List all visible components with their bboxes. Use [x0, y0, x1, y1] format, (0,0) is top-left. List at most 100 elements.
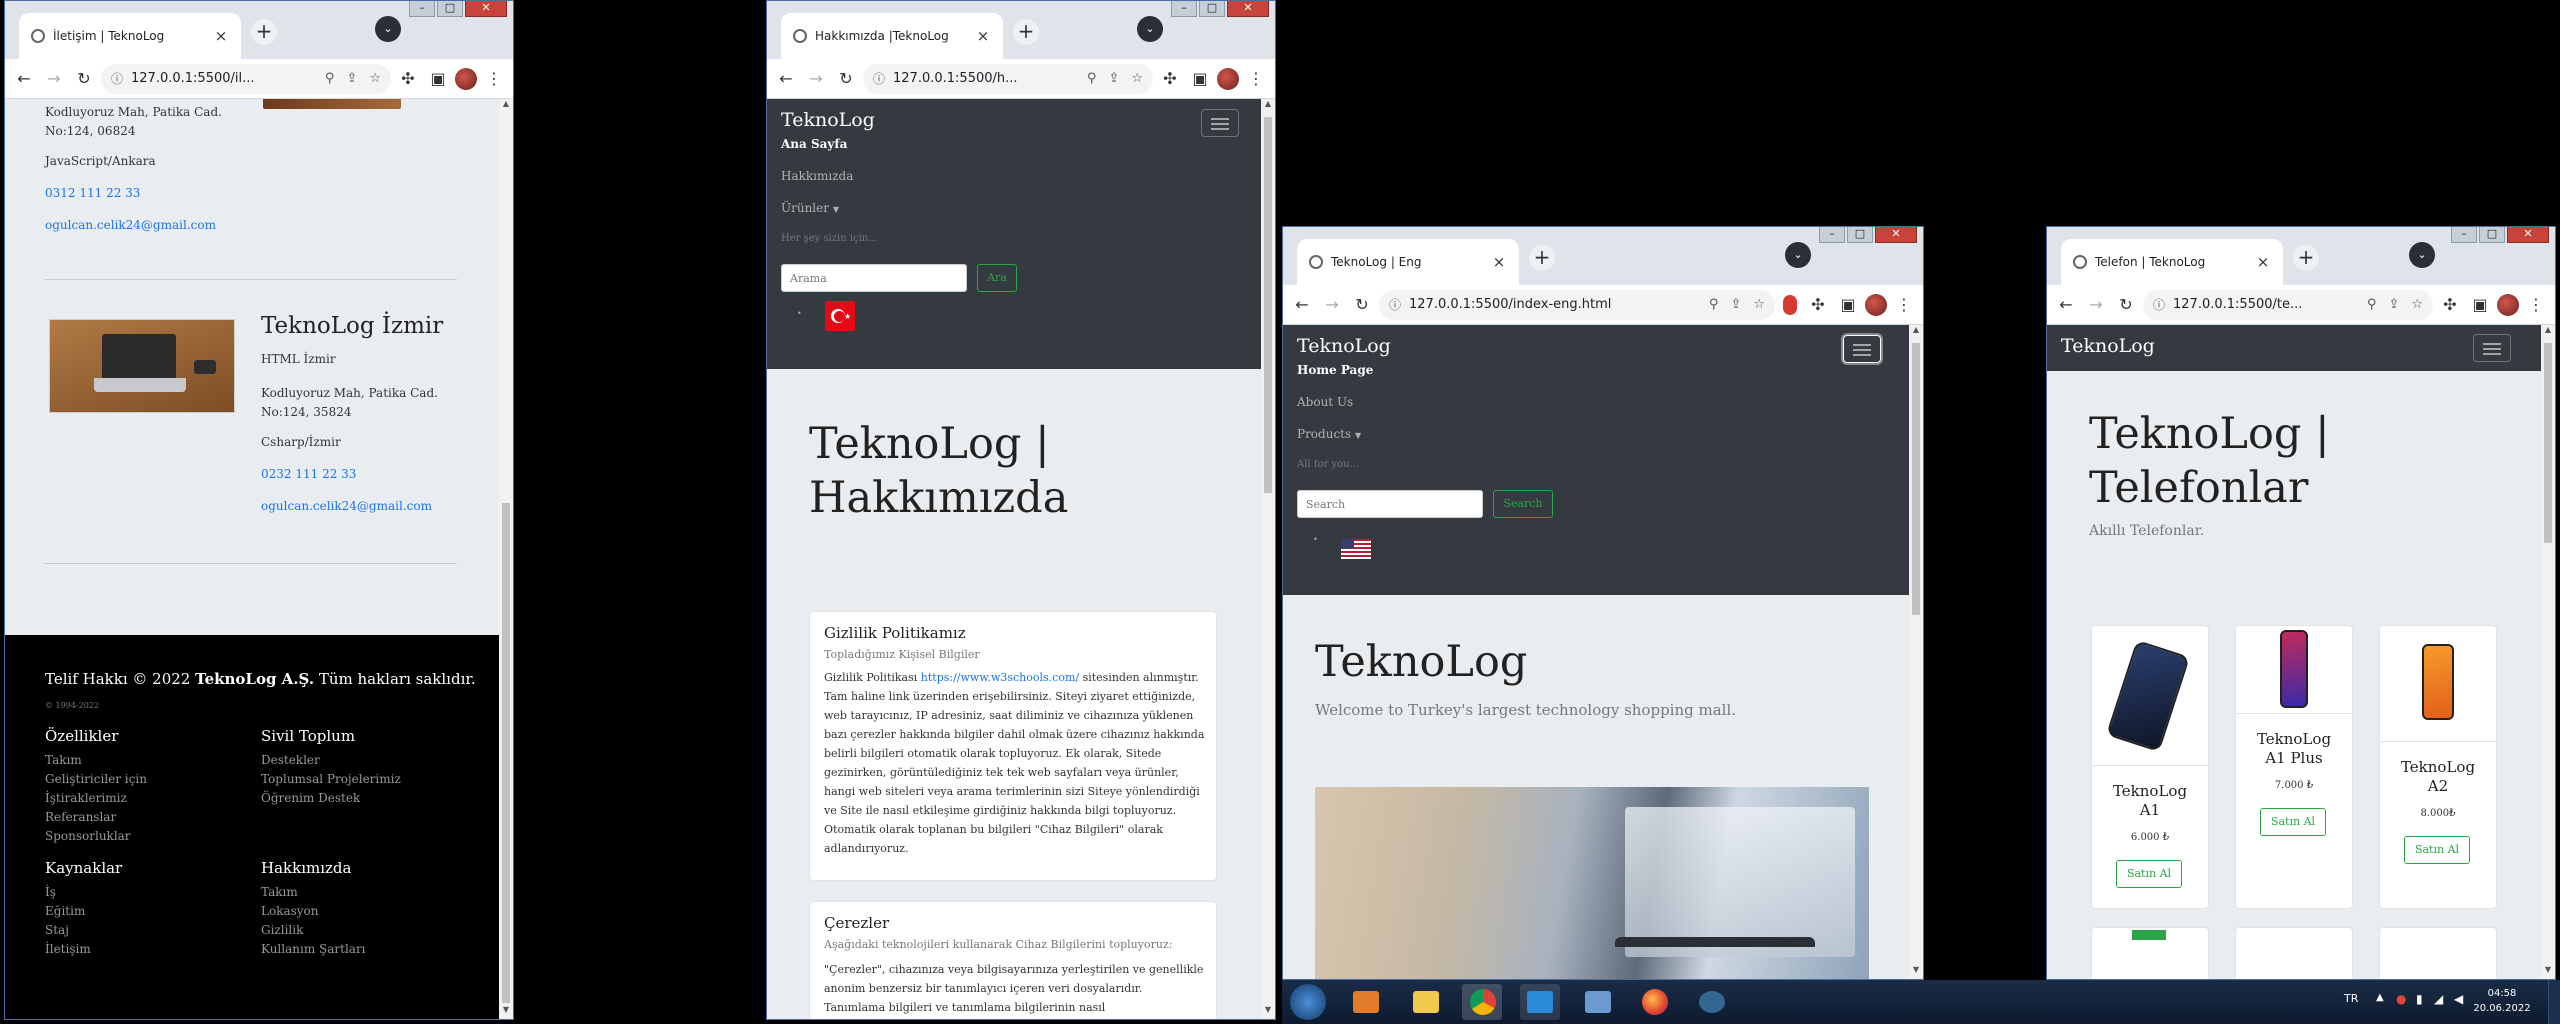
search-button[interactable]: Ara — [977, 264, 1017, 292]
firefox-icon[interactable] — [1634, 984, 1674, 1020]
footer-link[interactable]: İletişim — [45, 940, 122, 959]
new-tab-button[interactable]: + — [1013, 19, 1039, 45]
tab-search-button[interactable]: ⌄ — [2409, 242, 2435, 268]
menu-icon[interactable]: ⋮ — [1891, 292, 1917, 318]
navbar-toggler-icon[interactable] — [2473, 334, 2511, 362]
search-input[interactable]: Search — [1297, 490, 1483, 518]
scroll-up-icon[interactable]: ▲ — [1261, 99, 1275, 113]
minimize-icon[interactable]: – — [1171, 1, 1197, 17]
chrome-icon[interactable] — [1462, 984, 1502, 1020]
footer-link[interactable]: Takım — [261, 883, 366, 902]
new-tab-button[interactable]: + — [251, 19, 277, 45]
nav-products-dropdown[interactable]: Products ▼ — [1297, 427, 1361, 441]
phone-link[interactable]: 0232 111 22 33 — [261, 467, 356, 481]
postgresql-icon[interactable] — [1692, 984, 1732, 1020]
scroll-down-icon[interactable]: ▼ — [1909, 965, 1923, 979]
tab-english[interactable]: TeknoLog | Eng × — [1297, 239, 1519, 285]
media-player-icon[interactable] — [1346, 984, 1386, 1020]
footer-link[interactable]: Sponsorluklar — [45, 827, 147, 846]
scroll-up-icon[interactable]: ▲ — [499, 99, 513, 113]
menu-icon[interactable]: ⋮ — [481, 66, 507, 92]
close-window-icon[interactable]: ✕ — [1227, 1, 1269, 17]
back-icon[interactable]: ← — [773, 66, 799, 92]
reload-icon[interactable]: ↻ — [1349, 292, 1375, 318]
close-tab-icon[interactable]: × — [975, 27, 991, 45]
bookmark-star-icon[interactable]: ☆ — [2411, 297, 2423, 312]
nav-products-dropdown[interactable]: Ürünler ▼ — [781, 201, 839, 215]
navbar-brand[interactable]: TeknoLog — [1297, 335, 1391, 357]
new-tab-button[interactable]: + — [1529, 245, 1555, 271]
email-link[interactable]: ogulcan.celik24@gmail.com — [45, 218, 216, 232]
vscode-icon[interactable] — [1520, 984, 1560, 1020]
file-explorer-icon[interactable] — [1406, 984, 1446, 1020]
reload-icon[interactable]: ↻ — [2113, 292, 2139, 318]
footer-link[interactable]: Eğitim — [45, 902, 122, 921]
start-button-icon[interactable] — [1290, 984, 1326, 1020]
footer-link[interactable]: Toplumsal Projelerimiz — [261, 770, 401, 789]
scroll-down-icon[interactable]: ▼ — [2541, 965, 2555, 979]
new-tab-button[interactable]: + — [2293, 245, 2319, 271]
forward-icon[interactable]: → — [41, 66, 67, 92]
footer-link[interactable]: Staj — [45, 921, 122, 940]
extensions-icon[interactable]: ✣ — [2437, 292, 2463, 318]
footer-link[interactable]: Kullanım Şartları — [261, 940, 366, 959]
w3schools-link[interactable]: https://www.w3schools.com/ — [921, 671, 1079, 684]
footer-link[interactable]: Öğrenim Destek — [261, 789, 401, 808]
footer-link[interactable]: Destekler — [261, 751, 401, 770]
scroll-thumb[interactable] — [1912, 343, 1920, 615]
tab-about[interactable]: Hakkımızda |TeknoLog × — [781, 13, 1003, 59]
maximize-icon[interactable]: □ — [2479, 227, 2505, 243]
tab-phones[interactable]: Telefon | TeknoLog × — [2061, 239, 2283, 285]
scroll-thumb[interactable] — [1264, 117, 1272, 493]
scrollbar[interactable]: ▲ ▼ — [1261, 99, 1275, 1019]
buy-button[interactable]: Satın Al — [2404, 836, 2470, 864]
reload-icon[interactable]: ↻ — [71, 66, 97, 92]
side-panel-icon[interactable]: ▣ — [1187, 66, 1213, 92]
minimize-icon[interactable]: – — [1819, 227, 1845, 243]
buy-button[interactable]: Satın Al — [2116, 860, 2182, 888]
nav-home[interactable]: Home Page — [1297, 363, 1373, 377]
bookmark-star-icon[interactable]: ☆ — [1753, 297, 1765, 312]
close-window-icon[interactable]: ✕ — [2507, 227, 2549, 243]
share-icon[interactable]: ⇪ — [346, 71, 357, 86]
turkish-flag-icon[interactable]: ★ — [825, 301, 855, 331]
footer-link[interactable]: Gizlilik — [261, 921, 366, 940]
footer-link[interactable]: İş — [45, 883, 122, 902]
scroll-down-icon[interactable]: ▼ — [499, 1005, 513, 1019]
share-icon[interactable]: ⇪ — [2388, 297, 2399, 312]
zoom-icon[interactable]: ⚲ — [2367, 297, 2377, 312]
remote-desktop-icon[interactable] — [1578, 984, 1618, 1020]
nav-about[interactable]: About Us — [1297, 395, 1353, 409]
navbar-brand[interactable]: TeknoLog — [2061, 335, 2155, 357]
us-flag-icon[interactable] — [1341, 539, 1371, 559]
extensions-icon[interactable]: ✣ — [395, 66, 421, 92]
maximize-icon[interactable]: □ — [1199, 1, 1225, 17]
network-icon[interactable]: ◢ — [2434, 992, 2443, 1006]
footer-link[interactable]: Referanslar — [45, 808, 147, 827]
tab-search-button[interactable]: ⌄ — [1785, 242, 1811, 268]
close-tab-icon[interactable]: × — [213, 27, 229, 45]
scroll-down-icon[interactable]: ▼ — [1261, 1005, 1275, 1019]
tab-contact[interactable]: İletişim | TeknoLog × — [19, 13, 241, 59]
forward-icon[interactable]: → — [2083, 292, 2109, 318]
scroll-up-icon[interactable]: ▲ — [1909, 325, 1923, 339]
address-bar[interactable]: ⓘ 127.0.0.1:5500/te... ⚲ ⇪ ☆ — [2143, 289, 2433, 320]
tray-chevron-icon[interactable]: ▲ — [2376, 992, 2384, 1003]
scrollbar[interactable]: ▲ ▼ — [1909, 325, 1923, 979]
extensions-icon[interactable]: ✣ — [1157, 66, 1183, 92]
zoom-icon[interactable]: ⚲ — [1087, 71, 1097, 86]
forward-icon[interactable]: → — [803, 66, 829, 92]
antivirus-tray-icon[interactable]: ● — [2396, 992, 2406, 1006]
nav-about[interactable]: Hakkımızda — [781, 169, 853, 183]
navbar-brand[interactable]: TeknoLog — [781, 109, 875, 131]
search-button[interactable]: Search — [1493, 490, 1553, 518]
extension-red-icon[interactable] — [1783, 294, 1797, 315]
menu-icon[interactable]: ⋮ — [2523, 292, 2549, 318]
tab-search-button[interactable]: ⌄ — [375, 16, 401, 42]
scrollbar[interactable]: ▲ ▼ — [2541, 325, 2555, 979]
maximize-icon[interactable]: □ — [437, 1, 463, 17]
side-panel-icon[interactable]: ▣ — [1835, 292, 1861, 318]
clock[interactable]: 04:58 20.06.2022 — [2472, 986, 2532, 1016]
phone-link[interactable]: 0312 111 22 33 — [45, 186, 140, 200]
back-icon[interactable]: ← — [11, 66, 37, 92]
